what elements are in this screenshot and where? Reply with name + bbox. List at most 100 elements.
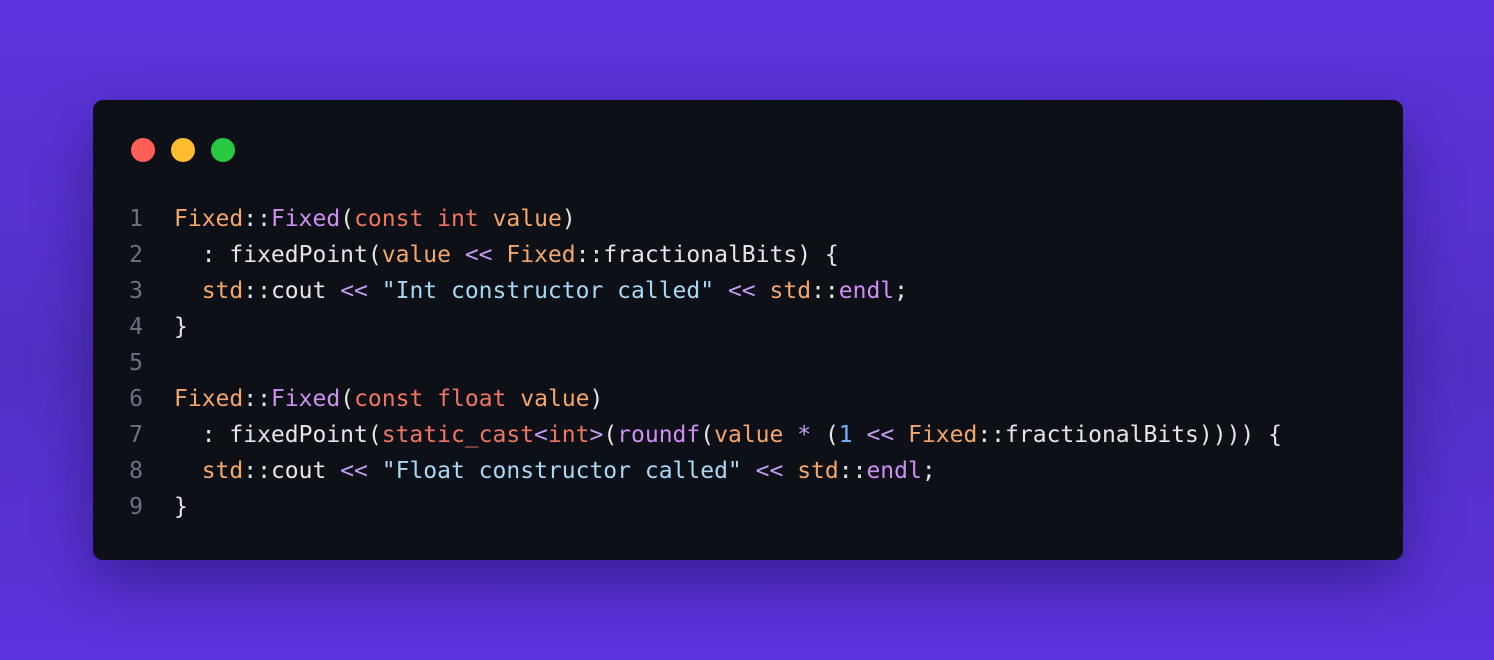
code-token: << <box>866 422 895 448</box>
minimize-button[interactable] <box>171 138 195 162</box>
line-number: 3 <box>129 278 143 304</box>
line-number: 1 <box>129 206 143 232</box>
line-number: 2 <box>129 242 143 268</box>
code-token: ::fractionalBits)))) { <box>977 422 1282 448</box>
code-token: :: <box>838 458 867 484</box>
code-token: ::cout <box>243 458 341 484</box>
code-token: << <box>755 458 784 484</box>
code-line: 2 : fixedPoint(value << Fixed::fractiona… <box>93 237 1403 273</box>
code-token: Fixed <box>174 386 244 412</box>
code-line: 8 std::cout << "Float constructor called… <box>93 453 1403 489</box>
code-token: : fixedPoint( <box>174 242 382 268</box>
code-token: endl <box>866 458 922 484</box>
code-text: } <box>174 314 188 340</box>
code-token: std <box>797 458 839 484</box>
code-text: Fixed::Fixed(const float value) <box>174 386 603 412</box>
code-token: ( <box>603 422 618 448</box>
code-token: int <box>547 422 590 448</box>
code-token: endl <box>838 278 895 304</box>
code-token: : fixedPoint( <box>174 422 382 448</box>
line-number: 9 <box>129 494 143 520</box>
code-token: << <box>464 242 493 268</box>
code-token: int <box>437 206 479 232</box>
maximize-button[interactable] <box>211 138 235 162</box>
code-token: Fixed <box>174 206 244 232</box>
window-controls <box>131 138 235 162</box>
code-token: ::fractionalBits) { <box>575 242 839 268</box>
code-line: 6 Fixed::Fixed(const float value) <box>93 381 1403 417</box>
code-token: value <box>492 206 562 232</box>
code-token: ( <box>700 422 715 448</box>
code-text: : fixedPoint(value << Fixed::fractionalB… <box>174 242 839 268</box>
code-line: 7 : fixedPoint(static_cast<int>(roundf(v… <box>93 417 1403 453</box>
code-token: 1 <box>838 422 853 448</box>
code-token: :: <box>811 278 839 304</box>
code-token: std <box>201 278 244 304</box>
code-token: << <box>340 278 368 304</box>
code-token: const <box>354 206 424 232</box>
code-token: const <box>354 386 424 412</box>
code-token: << <box>340 458 368 484</box>
code-block: 1 Fixed::Fixed(const int value) 2 : fixedP… <box>93 201 1403 525</box>
code-token: std <box>201 458 244 484</box>
code-token: ; <box>894 278 909 304</box>
code-token: } <box>174 314 188 340</box>
code-token: "Float constructor called" <box>381 458 742 484</box>
line-number: 7 <box>129 422 143 448</box>
line-number: 4 <box>129 314 143 340</box>
line-number: 6 <box>129 386 143 412</box>
code-line: 9} <box>93 489 1403 525</box>
code-token: ( <box>340 206 355 232</box>
code-token: "Int constructor called" <box>381 278 715 304</box>
code-token: ; <box>921 458 936 484</box>
code-token: Fixed <box>270 206 341 232</box>
code-token: > <box>589 422 604 448</box>
code-token: * <box>797 422 812 448</box>
code-token: Fixed <box>270 386 341 412</box>
code-text: std::cout << "Float constructor called" … <box>174 458 936 484</box>
code-text: Fixed::Fixed(const int value) <box>174 206 576 232</box>
code-line: 5 <box>93 345 1403 381</box>
close-button[interactable] <box>131 138 155 162</box>
code-token: Fixed <box>908 422 978 448</box>
line-number: 5 <box>129 350 143 376</box>
code-token: :: <box>243 386 271 412</box>
code-token: value <box>381 242 451 268</box>
code-token: } <box>174 494 188 520</box>
code-text: } <box>174 494 188 520</box>
code-token: ) <box>589 386 604 412</box>
code-token: roundf <box>617 422 701 448</box>
code-token: ( <box>340 386 355 412</box>
code-token: << <box>727 278 756 304</box>
code-token: float <box>437 386 507 412</box>
code-token: < <box>534 422 548 448</box>
code-line: 1 Fixed::Fixed(const int value) <box>93 201 1403 237</box>
code-token: value <box>714 422 784 448</box>
code-token: :: <box>243 206 271 232</box>
code-token: ) <box>561 206 576 232</box>
code-token: ( <box>811 422 839 448</box>
code-text: : fixedPoint(static_cast<int>(roundf(val… <box>174 422 1282 448</box>
code-line: 4} <box>93 309 1403 345</box>
code-token: ::cout <box>243 278 341 304</box>
code-text: std::cout << "Int constructor called" <<… <box>174 278 908 304</box>
code-token: value <box>520 386 590 412</box>
code-token: std <box>769 278 812 304</box>
line-number: 8 <box>129 458 143 484</box>
